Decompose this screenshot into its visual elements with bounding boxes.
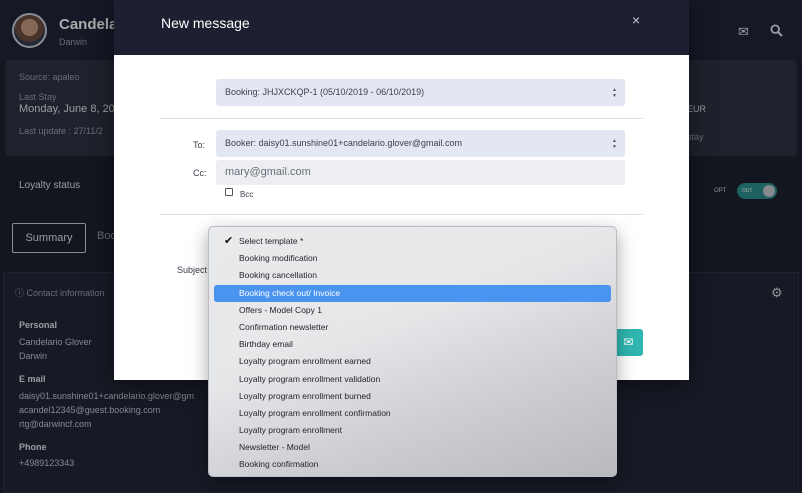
select-arrows-icon: ▲ ▼ (612, 87, 617, 99)
cc-placeholder: mary@gmail.com (225, 166, 311, 178)
template-option[interactable]: Loyalty program enrollment (214, 422, 611, 439)
modal-title: New message (161, 15, 250, 31)
to-select[interactable]: Booker: daisy01.sunshine01+candelario.gl… (216, 130, 625, 157)
subject-label: Subject (177, 265, 208, 275)
divider (160, 214, 643, 215)
to-select-value: Booker: daisy01.sunshine01+candelario.gl… (225, 138, 463, 148)
template-option[interactable]: Loyalty program enrollment validation (214, 371, 611, 388)
bcc-label: Bcc (240, 190, 254, 199)
template-option[interactable]: Newsletter - Model (214, 439, 611, 456)
template-option[interactable]: Booking confirmation (214, 456, 611, 473)
booking-select-value: Booking: JHJXCKQP-1 (05/10/2019 - 06/10/… (225, 87, 425, 97)
template-option[interactable]: Loyalty program enrollment burned (214, 388, 611, 405)
envelope-icon: ✉ (623, 335, 634, 349)
template-dropdown[interactable]: ✔ Select template * Booking modification … (208, 226, 617, 477)
template-option[interactable]: Loyalty program enrollment confirmation (214, 405, 611, 422)
bcc-checkbox[interactable] (225, 188, 233, 196)
template-option[interactable]: Confirmation newsletter (214, 319, 611, 336)
template-option-highlighted[interactable]: Booking check out/ Invoice (214, 284, 611, 302)
to-label: To: (193, 140, 206, 150)
template-option[interactable]: Booking cancellation (214, 267, 611, 284)
template-option[interactable]: Booking modification (214, 250, 611, 267)
close-icon[interactable]: × (632, 12, 640, 28)
check-icon: ✔ (224, 235, 234, 247)
template-option[interactable]: Birthday email (214, 336, 611, 353)
divider (160, 118, 643, 119)
template-option[interactable]: Loyalty program enrollment earned (214, 353, 611, 370)
modal-header: New message × (114, 0, 689, 55)
cc-label: Cc: (193, 168, 207, 178)
cc-input[interactable]: mary@gmail.com (216, 160, 625, 185)
template-option[interactable]: ✔ Select template * (214, 233, 611, 250)
send-button[interactable]: ✉ (614, 329, 643, 356)
booking-select[interactable]: Booking: JHJXCKQP-1 (05/10/2019 - 06/10/… (216, 79, 625, 106)
template-option[interactable]: Offers - Model Copy 1 (214, 302, 611, 319)
select-arrows-icon: ▲ ▼ (612, 138, 617, 150)
